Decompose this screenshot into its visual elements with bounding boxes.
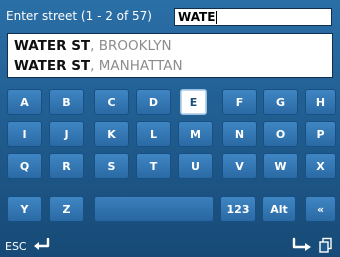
- key-v[interactable]: V: [222, 153, 257, 179]
- backspace-key[interactable]: «: [305, 196, 336, 222]
- key-f[interactable]: F: [222, 89, 257, 115]
- key-c[interactable]: C: [94, 89, 129, 115]
- key-w[interactable]: W: [263, 153, 298, 179]
- key-h[interactable]: H: [305, 89, 336, 115]
- key-o[interactable]: O: [263, 121, 298, 147]
- next-arrow-icon[interactable]: [291, 237, 315, 257]
- key-n[interactable]: N: [222, 121, 257, 147]
- key-y[interactable]: Y: [7, 196, 42, 222]
- alt-keyboard-key[interactable]: Alt: [262, 196, 296, 222]
- result-city-name: BROOKLYN: [98, 38, 172, 54]
- result-city-name: MANHATTAN: [98, 58, 183, 74]
- key-j[interactable]: J: [49, 121, 84, 147]
- key-x[interactable]: X: [305, 153, 336, 179]
- key-a[interactable]: A: [7, 89, 42, 115]
- result-street-name: WATER ST: [14, 38, 91, 54]
- key-l[interactable]: L: [136, 121, 171, 147]
- header-bar: Enter street (1 - 2 of 57) WATE: [0, 0, 340, 31]
- key-d[interactable]: D: [136, 89, 171, 115]
- key-q[interactable]: Q: [7, 153, 42, 179]
- key-k[interactable]: K: [94, 121, 129, 147]
- key-u[interactable]: U: [178, 153, 213, 179]
- key-g[interactable]: G: [263, 89, 298, 115]
- result-item-manhattan[interactable]: WATER ST, MANHATTAN: [14, 56, 332, 76]
- street-input-value: WATE: [178, 10, 216, 24]
- street-entry-screen: Enter street (1 - 2 of 57) WATE WATER ST…: [0, 0, 340, 257]
- key-e[interactable]: E: [180, 89, 207, 115]
- copy-pages-icon[interactable]: [318, 237, 334, 257]
- street-search-input[interactable]: WATE: [174, 8, 332, 26]
- esc-label: ESC: [5, 240, 27, 253]
- key-b[interactable]: B: [49, 89, 84, 115]
- key-p[interactable]: P: [305, 121, 336, 147]
- key-t[interactable]: T: [136, 153, 171, 179]
- key-r[interactable]: R: [49, 153, 84, 179]
- numeric-keyboard-key[interactable]: 123: [220, 196, 256, 222]
- space-key[interactable]: [94, 196, 214, 222]
- bottom-bar: ESC: [0, 234, 340, 257]
- key-z[interactable]: Z: [49, 196, 84, 222]
- text-cursor: [216, 10, 218, 24]
- result-separator: ,: [90, 58, 99, 74]
- result-separator: ,: [90, 38, 99, 54]
- street-prompt: Enter street (1 - 2 of 57): [6, 8, 152, 23]
- esc-button[interactable]: ESC: [5, 237, 51, 255]
- result-street-name: WATER ST: [14, 58, 91, 74]
- result-item-brooklyn[interactable]: WATER ST, BROOKLYN: [14, 36, 332, 56]
- enter-arrow-icon: [31, 237, 51, 255]
- key-s[interactable]: S: [94, 153, 129, 179]
- street-results-list: WATER ST, BROOKLYN WATER ST, MANHATTAN: [7, 33, 333, 78]
- key-m[interactable]: M: [178, 121, 213, 147]
- key-i[interactable]: I: [7, 121, 42, 147]
